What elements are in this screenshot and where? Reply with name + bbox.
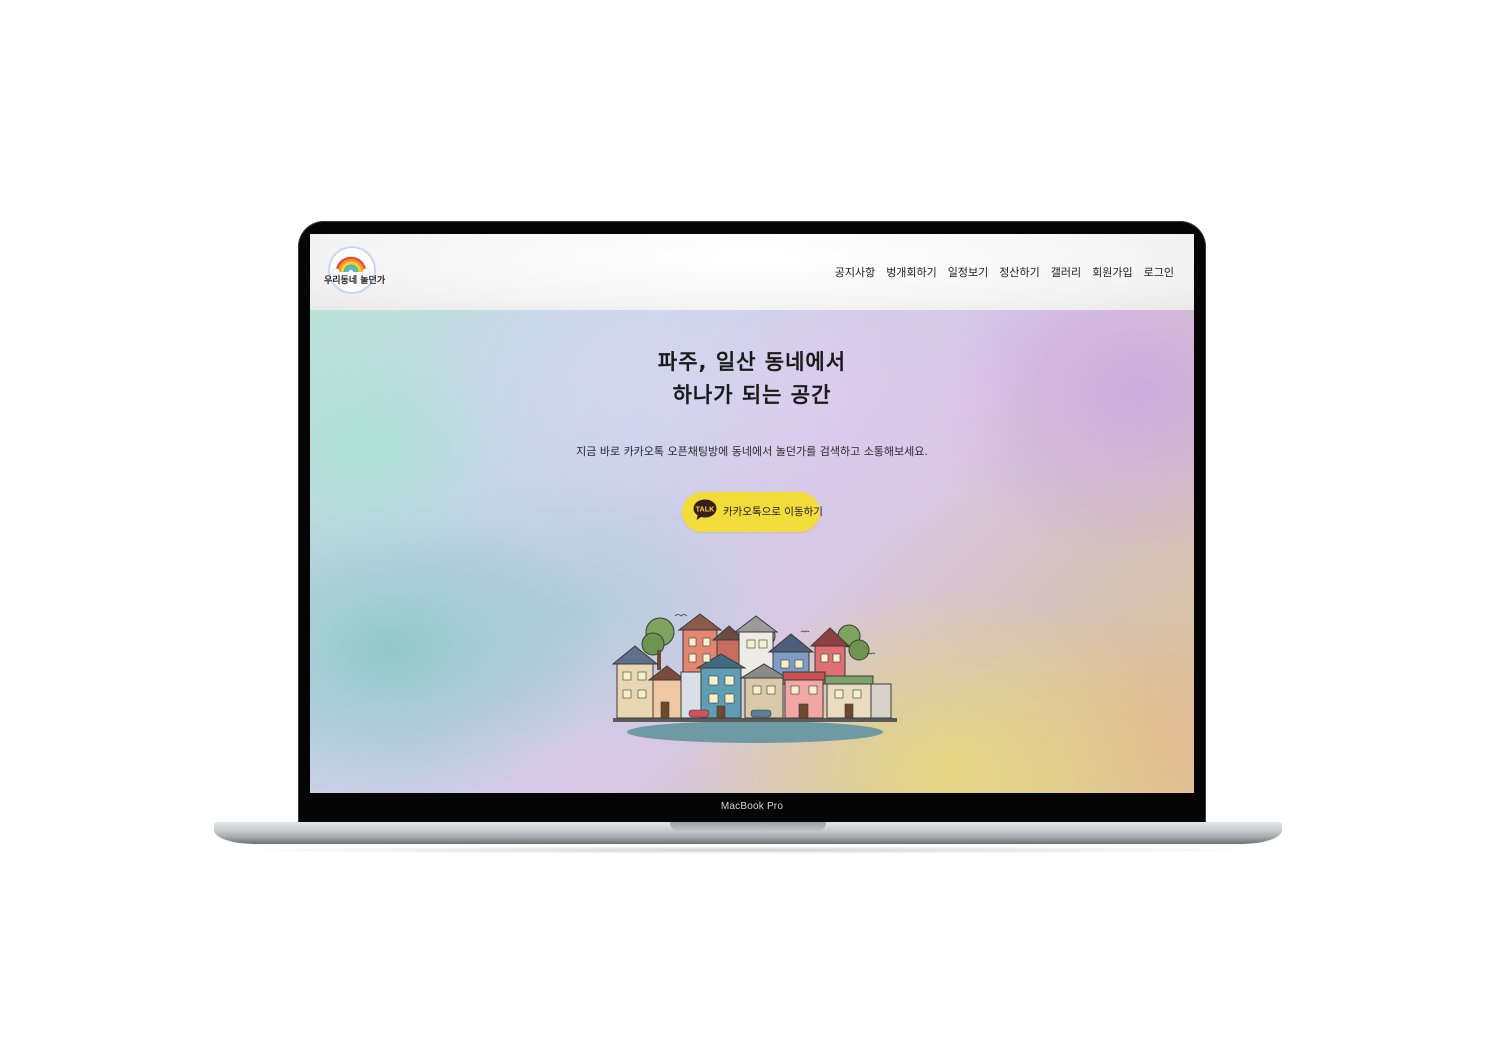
hero-title-line2: 하나가 되는 공간 [672,383,832,407]
nav-item-login[interactable]: 로그인 [1144,264,1174,280]
mockup-stage: MacBook Pro 우리동네 놀던가 공지사항 벙개회하기 일정보기 정산하… [0,0,1500,1038]
nav-item-schedule[interactable]: 일정보기 [948,264,988,280]
nav-item-settlement[interactable]: 정산하기 [999,264,1039,280]
hero-title-line1: 파주, 일산 동네에서 [657,350,847,374]
logo-text: 우리동네 놀던가 [324,276,386,286]
kakao-button-label: 카카오톡으로 이동하기 [723,506,823,518]
kakao-talk-icon: TALK [693,499,717,520]
nav-item-signup[interactable]: 회원가입 [1092,264,1132,280]
kakao-icon-text: TALK [696,504,715,513]
hero-subtitle: 지금 바로 카카오톡 오픈채팅방에 동네에서 놀던가를 검색하고 소통해보세요. [576,445,928,458]
laptop-base-notch [670,822,826,831]
village-houses-illustration [611,613,897,743]
laptop-base [214,822,1282,844]
laptop-shadow [222,846,1274,854]
hero-section: 파주, 일산 동네에서 하나가 되는 공간 지금 바로 카카오톡 오픈채팅방에 … [310,310,1194,793]
nav-item-gallery[interactable]: 갤러리 [1051,264,1081,280]
nav-item-meetup[interactable]: 벙개회하기 [886,264,937,280]
site-header: 우리동네 놀던가 공지사항 벙개회하기 일정보기 정산하기 갤러리 회원가입 로… [310,234,1194,310]
main-nav: 공지사항 벙개회하기 일정보기 정산하기 갤러리 회원가입 로그인 [835,264,1174,280]
kakao-open-chat-button[interactable]: TALK 카카오톡으로 이동하기 [682,492,823,532]
laptop-screen: 우리동네 놀던가 공지사항 벙개회하기 일정보기 정산하기 갤러리 회원가입 로… [310,234,1194,793]
nav-item-notice[interactable]: 공지사항 [835,264,875,280]
device-label: MacBook Pro [720,801,784,812]
site-logo[interactable]: 우리동네 놀던가 [324,244,386,298]
